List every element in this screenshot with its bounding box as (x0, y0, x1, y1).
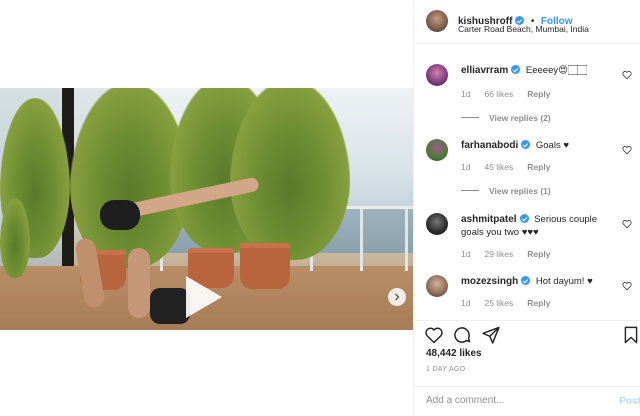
heart-icon[interactable] (424, 325, 444, 345)
comment-likes[interactable]: 45 likes (484, 162, 513, 172)
view-replies-label: View replies (2) (489, 113, 551, 123)
comment-username[interactable]: mozezsingh (461, 276, 518, 287)
comment-text: Hot dayum! ♥ (535, 276, 593, 287)
view-replies-button[interactable]: View replies (2) (461, 113, 551, 123)
play-icon[interactable] (186, 276, 222, 318)
comment-heart-icon[interactable] (622, 281, 632, 291)
verified-badge-icon (521, 276, 531, 285)
view-replies-label: View replies (1) (489, 186, 551, 196)
author-avatar[interactable] (426, 10, 448, 32)
commenter-avatar[interactable] (426, 139, 448, 161)
view-replies-line (461, 190, 479, 191)
comment-username[interactable]: farhanabodi (461, 140, 518, 151)
comment-text: Eeeeey😍🏻🏻 (525, 65, 588, 76)
view-replies-button[interactable]: View replies (1) (461, 186, 551, 196)
verified-badge-icon (521, 140, 531, 149)
reply-button[interactable]: Reply (527, 162, 550, 172)
comment-item: farhanabodi Goals ♥ 1d 45 likes Reply View… (426, 139, 638, 209)
bookmark-icon[interactable] (623, 325, 639, 345)
palm-plant (230, 88, 350, 260)
post-side-panel: kishushroff • Follow Carter Road Beach, … (413, 0, 640, 416)
post-media-panel (0, 0, 413, 416)
comment-heart-icon[interactable] (622, 70, 632, 80)
comment-item: elliavrram Eeeeey😍🏻🏻 1d 66 likes Reply Vie… (426, 64, 638, 134)
reply-button[interactable]: Reply (527, 298, 550, 308)
post-actions-bar (414, 320, 640, 346)
comment-text: Goals ♥ (535, 140, 569, 151)
send-icon[interactable] (481, 325, 501, 345)
yoga-person-bottom (128, 248, 150, 318)
comment-likes[interactable]: 25 likes (484, 298, 513, 308)
comment-likes[interactable]: 66 likes (484, 89, 513, 99)
post-video[interactable] (0, 88, 413, 330)
comment-username[interactable]: ashmitpatel (461, 214, 517, 225)
verified-badge-icon (519, 214, 529, 223)
yoga-person-top-body (100, 200, 140, 230)
comment-username[interactable]: elliavrram (461, 65, 508, 76)
comment-age: 1d (461, 89, 471, 99)
commenter-avatar[interactable] (426, 213, 448, 235)
comment-age: 1d (461, 249, 471, 259)
add-comment-input[interactable] (426, 395, 606, 406)
like-count[interactable]: 48,442 likes (426, 348, 482, 359)
reply-button[interactable]: Reply (527, 89, 550, 99)
comment-age: 1d (461, 298, 471, 308)
comment-age: 1d (461, 162, 471, 172)
post-location[interactable]: Carter Road Beach, Mumbai, India (458, 24, 589, 34)
comment-icon[interactable] (452, 325, 472, 345)
view-replies-line (461, 117, 479, 118)
palm-plant (0, 198, 30, 278)
verified-badge-icon (511, 65, 521, 74)
next-slide-button[interactable] (388, 288, 406, 306)
comment-likes[interactable]: 29 likes (484, 249, 513, 259)
comment-item: ashmitpatel Serious couple goals you two… (426, 213, 638, 265)
comment-item: mozezsingh Hot dayum! ♥ 1d 25 likes Reply (426, 275, 638, 320)
chevron-right-icon (395, 293, 400, 301)
commenter-avatar[interactable] (426, 275, 448, 297)
yoga-person-bottom-body (150, 288, 190, 324)
commenter-avatar[interactable] (426, 64, 448, 86)
post-header: kishushroff • Follow Carter Road Beach, … (414, 0, 640, 44)
post-comment-button[interactable]: Post (619, 396, 640, 407)
reply-button[interactable]: Reply (527, 249, 550, 259)
add-comment-bar: Post (414, 386, 640, 416)
post-timestamp: 1 DAY AGO (426, 366, 466, 373)
comment-heart-icon[interactable] (622, 219, 632, 229)
comment-heart-icon[interactable] (622, 145, 632, 155)
planter-pot (240, 243, 290, 289)
comments-list[interactable]: elliavrram Eeeeey😍🏻🏻 1d 66 likes Reply Vie… (414, 44, 640, 320)
